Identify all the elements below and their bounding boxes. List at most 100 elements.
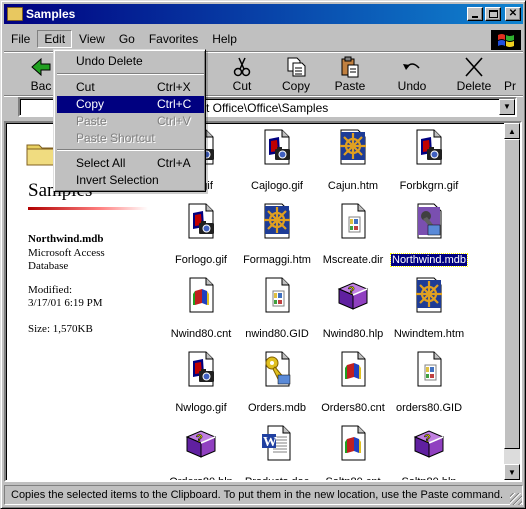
info-file-type: Microsoft Access Database xyxy=(28,247,105,272)
file-item[interactable]: Products.doc xyxy=(239,425,315,482)
menu-item-shortcut: Ctrl+A xyxy=(157,156,191,170)
file-item[interactable]: Soltn80.hlp xyxy=(391,425,467,482)
close-button[interactable]: ✕ xyxy=(505,7,521,21)
access-database-icon xyxy=(413,203,445,239)
file-item[interactable]: Nwlogo.gif xyxy=(163,351,239,414)
edit-menu-dropdown: Undo Delete Cut Ctrl+X Copy Ctrl+C Paste Ct… xyxy=(53,49,206,192)
menu-item-label: Paste xyxy=(76,114,107,128)
file-item[interactable]: Mscreate.dir xyxy=(315,203,391,266)
undo-button[interactable]: Undo xyxy=(385,54,439,94)
help-book-icon xyxy=(413,425,445,461)
system-file-icon xyxy=(337,203,369,239)
vertical-scrollbar[interactable]: ▲ ▼ xyxy=(504,123,520,480)
maximize-button[interactable] xyxy=(485,7,501,21)
menu-item-shortcut: Ctrl+C xyxy=(157,97,192,111)
file-item[interactable]: Nwind80.cnt xyxy=(163,277,239,340)
help-contents-icon xyxy=(185,277,217,313)
delete-button[interactable]: Delete xyxy=(447,54,501,94)
menu-item-label: Undo Delete xyxy=(76,54,143,68)
file-item[interactable]: Orders.mdb xyxy=(239,351,315,414)
file-item[interactable]: Northwind.mdb xyxy=(390,203,468,267)
window-title: Samples xyxy=(26,7,76,21)
menu-item-label: Copy xyxy=(76,97,105,111)
file-item[interactable]: orders80.GID xyxy=(391,351,467,414)
file-item[interactable]: Cajlogo.gif xyxy=(239,129,315,192)
cut-button[interactable]: Cut xyxy=(215,54,269,94)
file-item[interactable]: Cajun.htm xyxy=(315,129,391,192)
file-item[interactable]: Orders80.hlp xyxy=(163,425,239,480)
file-name: Orders.mdb xyxy=(247,402,307,414)
scissors-icon xyxy=(233,57,251,77)
menu-item-shortcut: Ctrl+V xyxy=(157,114,191,128)
gif-image-icon xyxy=(185,203,217,239)
address-value: t Office\Office\Samples xyxy=(206,101,329,115)
menu-item-paste-shortcut[interactable]: Paste Shortcut xyxy=(57,130,204,147)
menu-item-paste[interactable]: Paste Ctrl+V xyxy=(57,113,204,130)
menu-file[interactable]: File xyxy=(4,30,37,48)
file-name: Soltn80.hlp xyxy=(401,476,457,482)
file-item[interactable]: Orders80.cnt xyxy=(315,351,391,414)
help-contents-icon xyxy=(337,351,369,387)
file-item[interactable]: nwind80.GID xyxy=(239,277,315,340)
file-item[interactable]: Forlogo.gif xyxy=(163,203,239,266)
file-item[interactable]: Soltn80.cnt xyxy=(315,425,391,482)
file-name: Nwlogo.gif xyxy=(175,402,227,414)
chevron-down-icon: ▼ xyxy=(508,467,516,477)
paste-label: Paste xyxy=(334,79,366,93)
system-file-icon xyxy=(261,277,293,313)
menu-divider xyxy=(57,73,204,75)
properties-button[interactable]: Pr xyxy=(498,54,522,94)
file-item[interactable]: Forbkgrn.gif xyxy=(391,129,467,192)
properties-label: Pr xyxy=(504,79,516,93)
file-name: Cajun.htm xyxy=(327,180,379,192)
menu-go[interactable]: Go xyxy=(112,30,142,48)
chevron-up-icon: ▲ xyxy=(508,126,516,136)
file-item[interactable]: Formaggi.htm xyxy=(239,203,315,266)
menu-favorites[interactable]: Favorites xyxy=(142,30,205,48)
menu-item-label: Invert Selection xyxy=(76,173,159,187)
paste-button[interactable]: Paste xyxy=(323,54,377,94)
menu-item-shortcut: Ctrl+X xyxy=(157,80,191,94)
maximize-icon xyxy=(488,10,498,18)
menu-help[interactable]: Help xyxy=(205,30,244,48)
access-key-icon xyxy=(261,351,293,387)
menu-item-undo-delete[interactable]: Undo Delete xyxy=(57,53,204,70)
paste-icon xyxy=(341,56,359,78)
properties-icon xyxy=(498,56,522,78)
menu-item-copy[interactable]: Copy Ctrl+C xyxy=(57,96,204,113)
file-item[interactable]: Nwindtem.htm xyxy=(391,277,467,340)
html-wheel-icon xyxy=(337,129,369,165)
menu-item-cut[interactable]: Cut Ctrl+X xyxy=(57,79,204,96)
menu-item-invert-selection[interactable]: Invert Selection xyxy=(57,172,204,189)
address-dropdown-button[interactable]: ▼ xyxy=(499,99,515,115)
file-item[interactable]: Nwind80.hlp xyxy=(315,277,391,340)
cut-label: Cut xyxy=(232,79,252,93)
title-bar[interactable]: Samples ✕ xyxy=(4,4,523,24)
gif-image-icon xyxy=(413,129,445,165)
info-file-name: Northwind.mdb xyxy=(28,233,104,245)
word-document-icon xyxy=(261,425,293,461)
menu-item-select-all[interactable]: Select All Ctrl+A xyxy=(57,155,204,172)
scroll-down-button[interactable]: ▼ xyxy=(504,464,520,480)
copy-button[interactable]: Copy xyxy=(269,54,323,94)
resize-grip[interactable] xyxy=(510,493,522,505)
copy-label: Copy xyxy=(281,79,310,93)
delete-x-icon xyxy=(465,57,483,77)
menu-view[interactable]: View xyxy=(72,30,112,48)
copy-icon xyxy=(287,57,306,77)
back-arrow-icon xyxy=(31,57,51,77)
undo-icon xyxy=(403,63,420,70)
file-name: Soltn80.cnt xyxy=(325,476,381,482)
file-name: Nwind80.hlp xyxy=(322,328,384,340)
scroll-up-button[interactable]: ▲ xyxy=(504,123,520,139)
minimize-button[interactable] xyxy=(467,7,483,21)
menu-item-label: Select All xyxy=(76,156,126,170)
title-rule xyxy=(28,207,148,210)
menu-item-label: Cut xyxy=(76,80,95,94)
windows-logo-icon xyxy=(491,30,521,50)
file-name: Formaggi.htm xyxy=(243,254,311,266)
menu-edit[interactable]: Edit xyxy=(37,30,73,48)
html-wheel-icon xyxy=(261,203,293,239)
scroll-thumb[interactable] xyxy=(504,139,520,449)
file-name: Products.doc xyxy=(244,476,310,482)
